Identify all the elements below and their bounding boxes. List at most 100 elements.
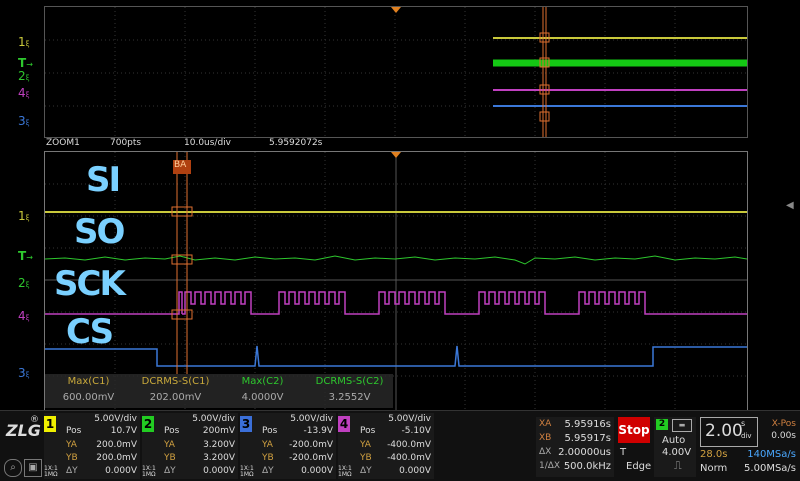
cursor-xa-label: XA: [539, 419, 552, 429]
meas-3-value: 4.0000V: [241, 392, 284, 403]
ch3-dy-label: ΔY: [262, 466, 274, 476]
cursor-dx-value: 2.00000us: [558, 447, 611, 458]
overview-ch3-label: 3ξ: [18, 114, 30, 128]
meas-4-value: 3.2552V: [328, 392, 371, 403]
zoom-ch3-label[interactable]: 3ξ: [18, 362, 30, 381]
zoom-ch4-label[interactable]: 4ξ: [18, 305, 30, 324]
ch1-pos: 10.7V: [110, 426, 137, 436]
ch4-dy: 0.000V: [399, 466, 431, 476]
zoom-ch1-label[interactable]: 1ξ: [18, 205, 30, 224]
zoom-info-bar: ZOOM1 700pts 10.0us/div 5.9592072s: [44, 137, 746, 150]
cursor-xb-label: XB: [539, 433, 552, 443]
cursor-inv-label: 1/ΔX: [539, 461, 561, 471]
magnify-icon[interactable]: ⌕: [4, 459, 22, 477]
sample-rate: 140MSa/s: [747, 449, 796, 460]
ch3-ya: -200.0mV: [289, 440, 333, 450]
ch4-yb-label: YB: [360, 453, 372, 463]
screenshot-icon[interactable]: ▣: [24, 459, 42, 477]
ch3-yb-label: YB: [262, 453, 274, 463]
bottom-control-panel: ZLG ® ⌕ ▣ 1 5.00V/div Pos 10.7V YA 200.0mV…: [0, 410, 800, 481]
ch1-impedance: 1MΩ: [44, 471, 58, 478]
ch1-dy: 0.000V: [105, 466, 137, 476]
ch4-ya: -400.0mV: [387, 440, 431, 450]
timebase-box[interactable]: 2.00 s div: [700, 417, 758, 447]
zoom-trigger-marker: [391, 152, 401, 158]
trigger-coupling-icon: ▬: [672, 419, 692, 432]
ch2-impedance: 1MΩ: [142, 471, 156, 478]
acquisition-mode: Norm: [700, 463, 728, 474]
timebase-unit-top: s: [741, 419, 746, 428]
trigger-type-label: T: [620, 447, 627, 458]
ch2-yb: 3.200V: [203, 453, 235, 463]
ch2-vdiv: 5.00V/div: [192, 414, 235, 424]
ch2-dy: 0.000V: [203, 466, 235, 476]
ch1-yb: 200.0mV: [96, 453, 137, 463]
ch1-yb-label: YB: [66, 453, 78, 463]
ch3-pos: -13.9V: [303, 426, 333, 436]
ch1-ya-label: YA: [66, 440, 77, 450]
zoom-time: 5.9592072s: [269, 138, 323, 148]
ch4-pos-label: Pos: [360, 426, 376, 436]
rising-edge-icon: ⎍: [674, 459, 682, 472]
ch2-pos: 200mV: [202, 426, 235, 436]
ch4-dy-label: ΔY: [360, 466, 372, 476]
annotation-si: SI: [86, 160, 121, 200]
ch4-vdiv: 5.00V/div: [388, 414, 431, 424]
side-panel-toggle-icon[interactable]: ◀: [786, 200, 796, 218]
timebase-panel[interactable]: 2.00 s div X-Pos 0.00s 28.0s 140MSa/s No…: [700, 417, 796, 477]
record-length: 28.0s: [700, 449, 728, 460]
timebase-value: 2.00: [705, 421, 743, 441]
zoom-waveform-area[interactable]: [44, 151, 748, 411]
ch1-pos-label: Pos: [66, 426, 82, 436]
cursor-tag: BA: [174, 160, 187, 170]
cursor-xa-value: 5.95916s: [564, 419, 611, 430]
meas-2-name: DCRMS-S(C1): [141, 376, 210, 387]
annotation-sck: SCK: [54, 264, 126, 304]
cursor-readout[interactable]: XA 5.95916s XB 5.95917s ΔX 2.00000us 1/Δ…: [536, 417, 614, 477]
zoom-ch2-label[interactable]: 2ξ: [18, 272, 30, 291]
ch4-impedance: 1MΩ: [338, 471, 352, 478]
xpos-label: X-Pos: [771, 419, 796, 429]
ch3-impedance: 1MΩ: [240, 471, 254, 478]
overview-trigger-marker: [391, 7, 401, 13]
overview-waveform-area[interactable]: [44, 6, 748, 138]
cursor-xb-value: 5.95917s: [564, 433, 611, 444]
overview-ch4-label: 4ξ: [18, 86, 30, 100]
registered-icon: ®: [30, 415, 39, 425]
ch3-vdiv: 5.00V/div: [290, 414, 333, 424]
meas-1-value: 600.00mV: [62, 392, 115, 403]
meas-4-name: DCRMS-S(C2): [315, 376, 384, 387]
annotation-so: SO: [74, 212, 125, 252]
measurement-bar: Max(C1) DCRMS-S(C1) Max(C2) DCRMS-S(C2) …: [45, 374, 393, 408]
trigger-edge: Edge: [626, 461, 652, 472]
ch2-pos-label: Pos: [164, 426, 180, 436]
overview-ch1-label: 1ξ: [18, 35, 30, 49]
channel-3-panel[interactable]: 3 5.00V/div Pos -13.9V YA -200.0mV YB -200.…: [240, 413, 336, 479]
ch3-dy: 0.000V: [301, 466, 333, 476]
zoom-name: ZOOM1: [46, 138, 80, 148]
meas-1-name: Max(C1): [67, 376, 110, 387]
zoom-trigger-label[interactable]: T→: [18, 245, 33, 264]
channel-1-panel[interactable]: 1 5.00V/div Pos 10.7V YA 200.0mV YB 200.0mV…: [44, 413, 140, 479]
cursor-inv-value: 500.0kHz: [563, 461, 611, 472]
trigger-mode: Auto: [662, 435, 686, 446]
zoom-timebase: 10.0us/div: [184, 138, 232, 148]
ch4-yb: -400.0mV: [387, 453, 431, 463]
annotation-cs: CS: [66, 312, 114, 352]
ch2-dy-label: ΔY: [164, 466, 176, 476]
cursor-dx-label: ΔX: [539, 447, 552, 457]
trigger-source: 2: [656, 419, 668, 430]
channel-2-panel[interactable]: 2 5.00V/div Pos 200mV YA 3.200V YB 3.200V 1…: [142, 413, 238, 479]
channel-4-panel[interactable]: 4 5.00V/div Pos -5.10V YA -400.0mV YB -400.…: [338, 413, 434, 479]
ch2-ya-label: YA: [164, 440, 175, 450]
ch4-pos: -5.10V: [401, 426, 431, 436]
meas-2-value: 202.00mV: [149, 392, 202, 403]
ch3-ya-label: YA: [262, 440, 273, 450]
zoom-points: 700pts: [110, 138, 142, 148]
acquisition-rate: 5.00MSa/s: [744, 463, 796, 474]
ch1-vdiv: 5.00V/div: [94, 414, 137, 424]
run-stop-button[interactable]: Stop: [618, 417, 650, 443]
trigger-level: 4.00V: [662, 447, 692, 458]
ch1-dy-label: ΔY: [66, 466, 78, 476]
ch3-yb: -200.0mV: [289, 453, 333, 463]
